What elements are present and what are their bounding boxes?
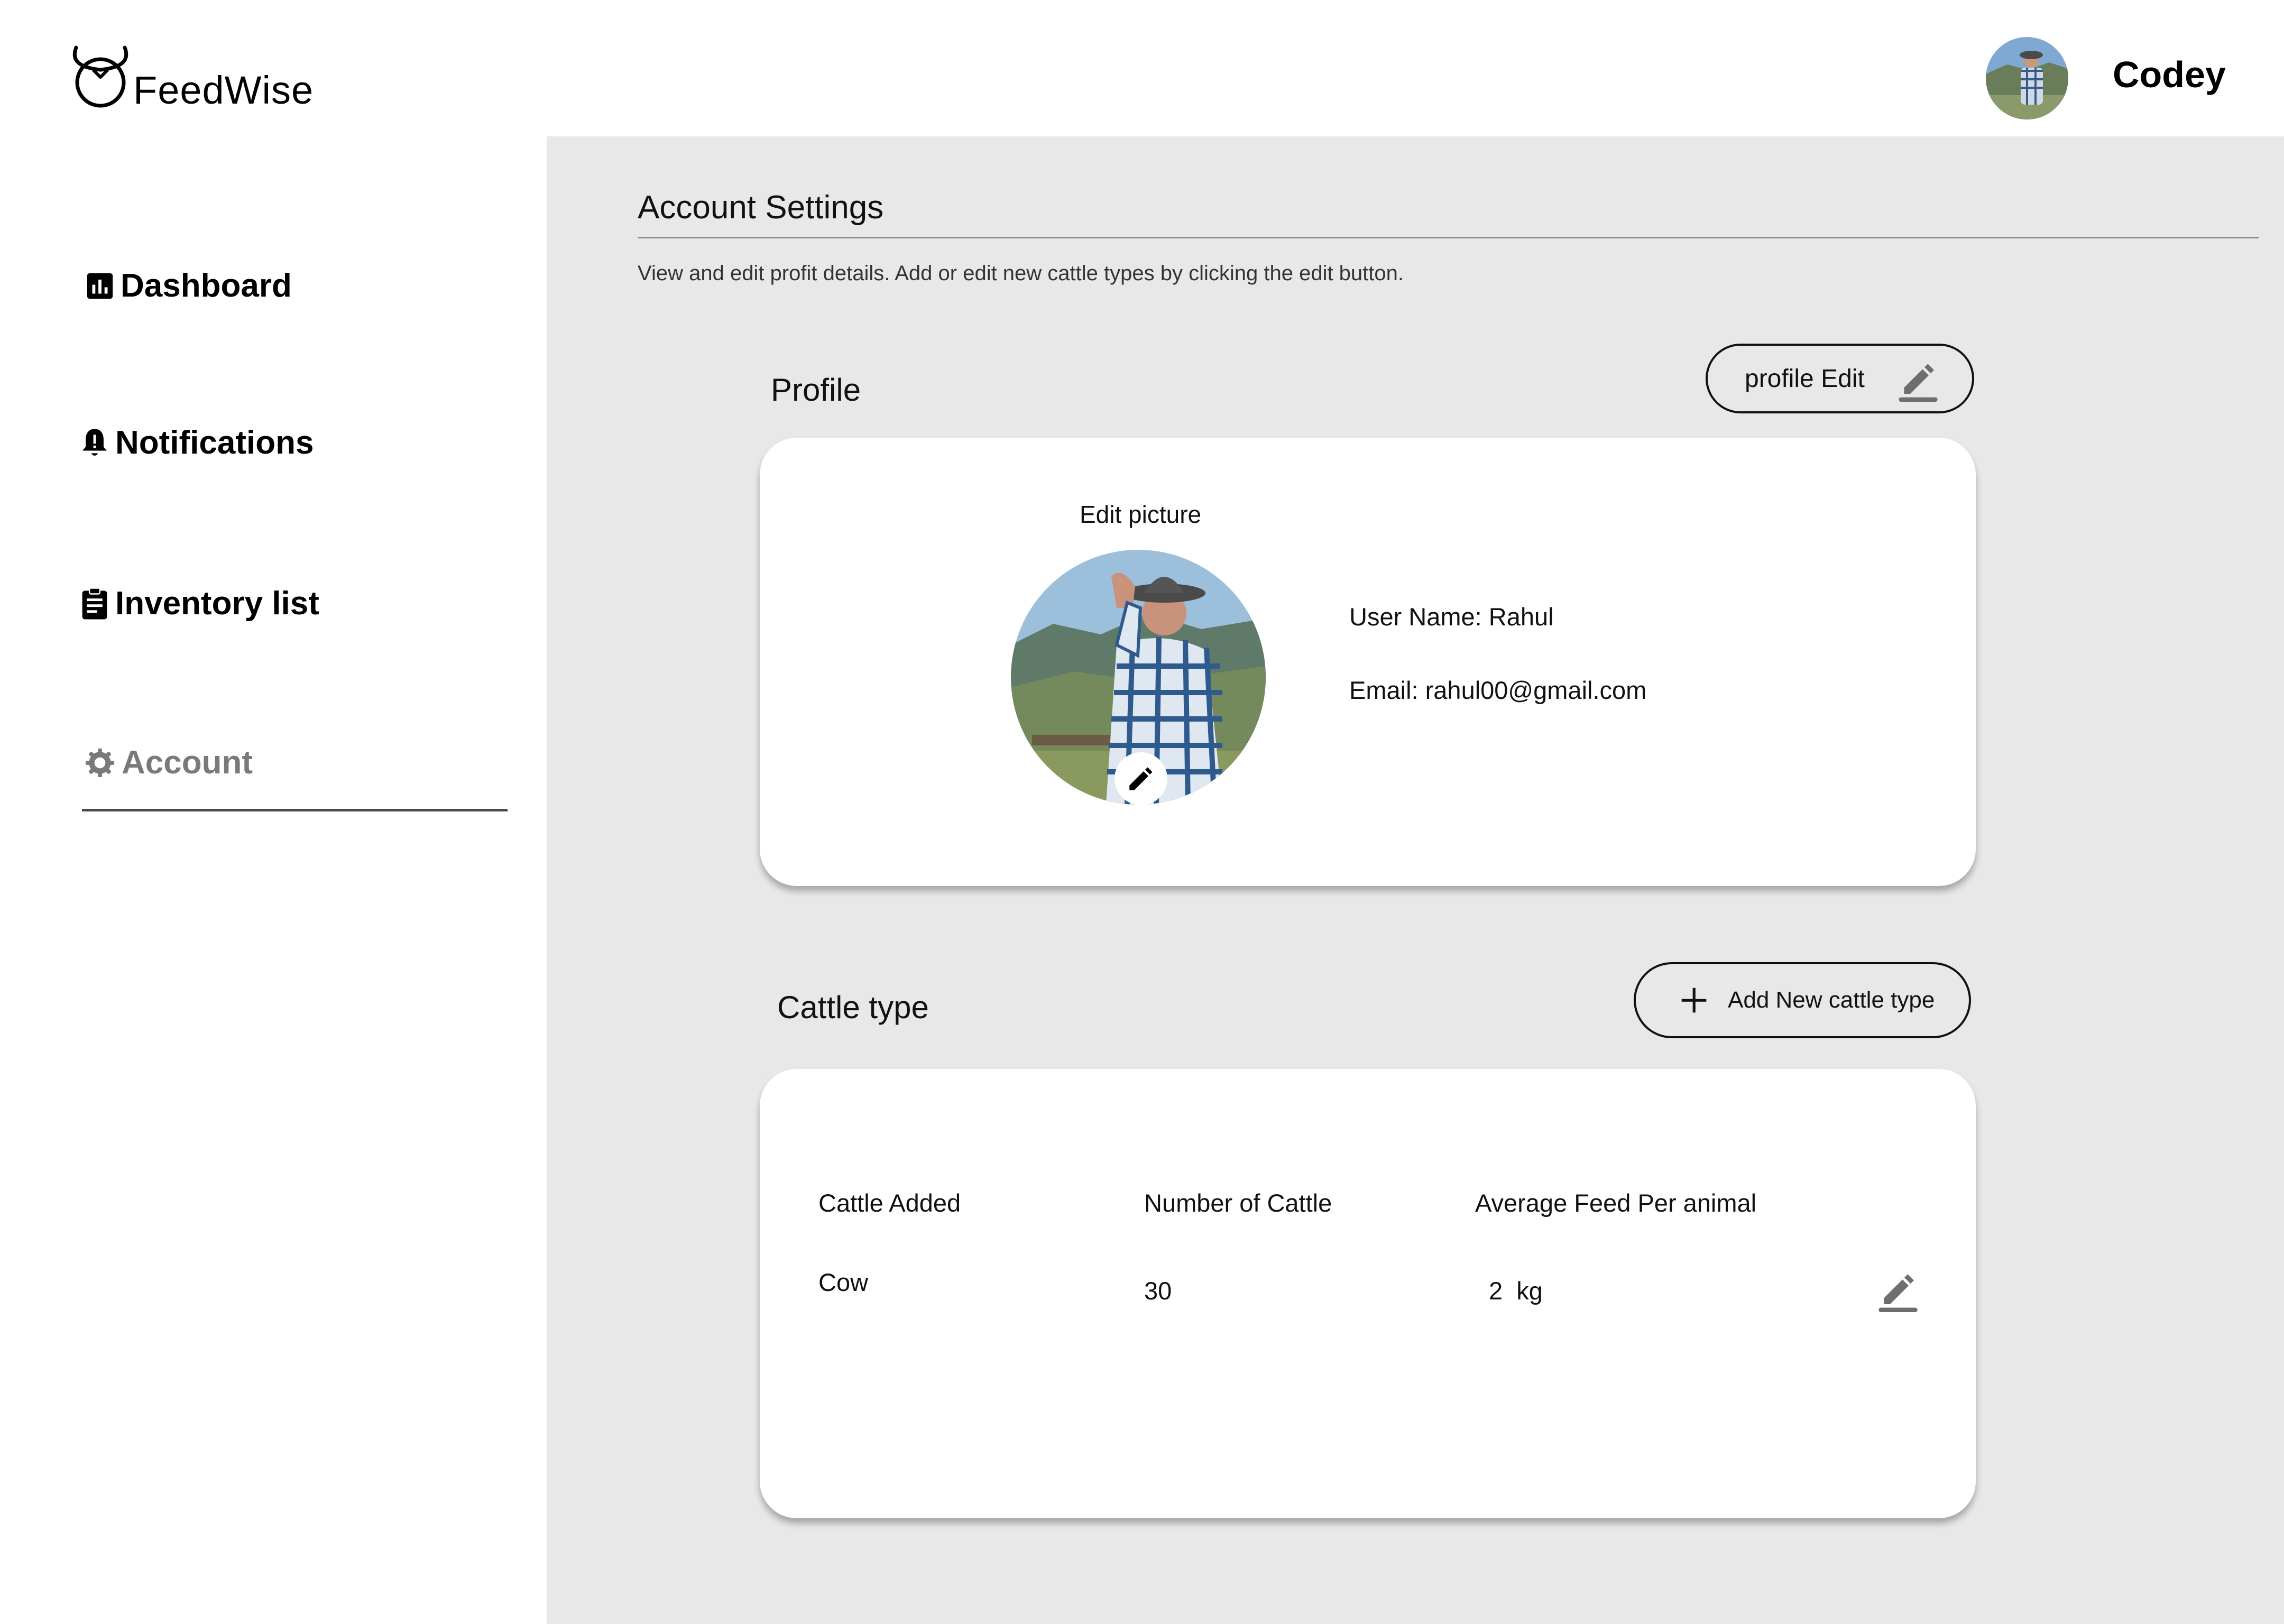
sidebar-item-label: Dashboard [121,267,292,304]
gear-icon [85,748,115,778]
email-field: Email: rahul00@gmail.com [1349,676,1647,704]
cattle-section-title: Cattle type [777,990,929,1025]
brand-name: FeedWise [133,68,314,112]
average-feed-cell: 2 kg [1489,1277,1543,1305]
cattle-count-cell: 30 [1144,1277,1172,1305]
sidebar-item-notifications[interactable]: Notifications [79,426,314,460]
profile-edit-button[interactable]: profile Edit [1706,344,1974,413]
bar-chart-icon [87,273,113,299]
sidebar-item-label: Notifications [115,425,314,461]
page-title: Account Settings [638,189,884,226]
column-header-number-of-cattle: Number of Cattle [1144,1189,1332,1217]
profile-edit-label: profile Edit [1745,364,1865,393]
header-avatar[interactable] [1986,37,2068,119]
cattle-type-cell: Cow [818,1268,869,1296]
clipboard-icon [82,587,107,620]
active-nav-indicator [82,809,508,811]
user-name-field: User Name: Rahul [1349,603,1554,631]
user-photo-icon [1986,37,2068,119]
sidebar-item-dashboard[interactable]: Dashboard [85,270,292,302]
edit-picture-label[interactable]: Edit picture [1080,502,1201,527]
plus-icon [1681,988,1707,1013]
add-cattle-type-button[interactable]: Add New cattle type [1634,962,1971,1038]
profile-card [760,438,1976,886]
bull-horns-logo-icon [72,45,128,108]
sidebar-item-label: Inventory list [115,585,319,622]
pencil-icon [1899,364,1938,402]
bell-alert-icon [82,429,107,456]
edit-cattle-row-button[interactable] [1877,1269,1919,1316]
sidebar-item-label: Account [122,744,253,781]
sidebar-item-inventory-list[interactable]: Inventory list [79,587,319,621]
edit-picture-button[interactable] [1115,752,1167,805]
cattle-card [760,1069,1976,1518]
sidebar-item-account[interactable]: Account [84,746,253,779]
profile-section-title: Profile [771,372,861,408]
column-header-average-feed: Average Feed Per animal [1475,1189,1757,1217]
column-header-cattle-added: Cattle Added [818,1189,961,1217]
pencil-icon [1129,767,1153,790]
page-description: View and edit profit details. Add or edi… [638,262,1404,285]
title-divider [638,237,2259,238]
header-user-name[interactable]: Codey [2113,56,2226,93]
pencil-icon [1878,1274,1918,1312]
feedwise-logo: FeedWise [70,45,324,114]
add-cattle-type-label: Add New cattle type [1728,987,1935,1013]
